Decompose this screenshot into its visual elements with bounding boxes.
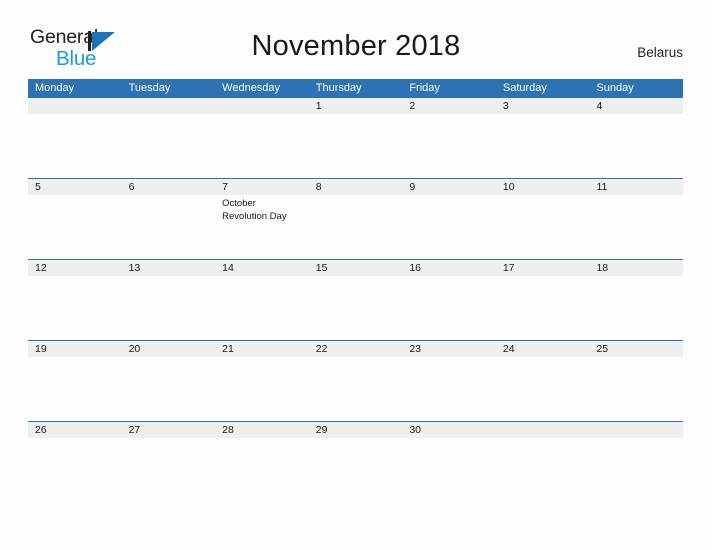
day-number[interactable] [496, 422, 590, 438]
day-number[interactable]: 19 [28, 341, 122, 357]
day-event[interactable] [215, 114, 309, 178]
day-event[interactable] [215, 357, 309, 421]
day-number[interactable]: 14 [215, 260, 309, 276]
day-event-band: October Revolution Day [28, 195, 683, 259]
day-event-band [28, 438, 683, 502]
day-event-band [28, 276, 683, 340]
day-event[interactable] [589, 357, 683, 421]
day-number[interactable]: 2 [402, 98, 496, 114]
day-number[interactable]: 16 [402, 260, 496, 276]
day-event[interactable] [309, 438, 403, 502]
day-event[interactable] [215, 276, 309, 340]
day-event[interactable] [28, 438, 122, 502]
day-event[interactable] [402, 114, 496, 178]
day-event-band [28, 357, 683, 421]
day-number[interactable] [122, 98, 216, 114]
day-number[interactable] [215, 98, 309, 114]
day-number[interactable]: 7 [215, 179, 309, 195]
day-number-band: 12 13 14 15 16 17 18 [28, 259, 683, 276]
day-number[interactable]: 21 [215, 341, 309, 357]
day-number[interactable]: 17 [496, 260, 590, 276]
day-event[interactable] [28, 195, 122, 259]
day-event[interactable] [122, 438, 216, 502]
day-event[interactable] [309, 195, 403, 259]
calendar-week-row: 12 13 14 15 16 17 18 [28, 259, 683, 340]
day-number[interactable]: 22 [309, 341, 403, 357]
day-number[interactable]: 13 [122, 260, 216, 276]
day-event[interactable] [122, 195, 216, 259]
calendar-table: Monday Tuesday Wednesday Thursday Friday… [28, 79, 683, 502]
day-event[interactable] [496, 114, 590, 178]
day-number[interactable]: 8 [309, 179, 403, 195]
day-event[interactable] [309, 114, 403, 178]
day-event[interactable] [589, 195, 683, 259]
day-event[interactable] [496, 276, 590, 340]
page-header: General Blue November 2018 Belarus [0, 0, 712, 68]
day-number[interactable]: 11 [589, 179, 683, 195]
day-number[interactable]: 29 [309, 422, 403, 438]
day-number[interactable]: 1 [309, 98, 403, 114]
day-event[interactable] [215, 438, 309, 502]
day-event[interactable] [122, 357, 216, 421]
day-event-band [28, 114, 683, 178]
day-number[interactable]: 23 [402, 341, 496, 357]
day-number[interactable]: 24 [496, 341, 590, 357]
day-event[interactable] [122, 276, 216, 340]
weekday-header-wednesday: Wednesday [222, 82, 281, 94]
day-number[interactable]: 5 [28, 179, 122, 195]
day-number[interactable]: 26 [28, 422, 122, 438]
day-number[interactable]: 28 [215, 422, 309, 438]
day-number[interactable]: 12 [28, 260, 122, 276]
weekday-header-sunday: Sunday [596, 82, 634, 94]
day-event[interactable] [309, 357, 403, 421]
day-number[interactable]: 20 [122, 341, 216, 357]
weekday-header-friday: Friday [409, 82, 440, 94]
weekday-header-saturday: Saturday [502, 82, 547, 94]
page-title: November 2018 [251, 30, 461, 62]
day-number-band: 5 6 7 8 9 10 11 [28, 178, 683, 195]
day-event[interactable] [122, 114, 216, 178]
day-number[interactable]: 6 [122, 179, 216, 195]
day-number[interactable]: 18 [589, 260, 683, 276]
day-event[interactable] [589, 438, 683, 502]
calendar-region-label: Belarus [637, 45, 683, 60]
day-event[interactable] [402, 357, 496, 421]
day-event[interactable] [402, 195, 496, 259]
day-number[interactable]: 10 [496, 179, 590, 195]
day-number[interactable]: 9 [402, 179, 496, 195]
calendar-week-row: 26 27 28 29 30 [28, 421, 683, 502]
day-event[interactable] [496, 195, 590, 259]
weekday-header-tuesday: Tuesday [128, 82, 171, 94]
calendar-week-row: 1 2 3 4 [28, 97, 683, 178]
day-event[interactable] [496, 357, 590, 421]
day-event[interactable]: October Revolution Day [215, 195, 309, 259]
day-number[interactable]: 27 [122, 422, 216, 438]
day-event[interactable] [28, 276, 122, 340]
calendar-week-row: 5 6 7 8 9 10 11 October Revolution Day [28, 178, 683, 259]
calendar-week-row: 19 20 21 22 23 24 25 [28, 340, 683, 421]
day-event[interactable] [402, 438, 496, 502]
day-event[interactable] [589, 114, 683, 178]
day-number[interactable] [589, 422, 683, 438]
day-event[interactable] [496, 438, 590, 502]
day-number[interactable] [28, 98, 122, 114]
day-number-band: 19 20 21 22 23 24 25 [28, 340, 683, 357]
day-event[interactable] [28, 114, 122, 178]
day-event[interactable] [309, 276, 403, 340]
weekday-header-monday: Monday [35, 82, 75, 94]
day-number[interactable]: 3 [496, 98, 590, 114]
day-event[interactable] [402, 276, 496, 340]
day-event[interactable] [28, 357, 122, 421]
day-number[interactable]: 30 [402, 422, 496, 438]
day-number[interactable]: 25 [589, 341, 683, 357]
day-number-band: 1 2 3 4 [28, 97, 683, 114]
weekday-header-thursday: Thursday [315, 82, 362, 94]
day-number-band: 26 27 28 29 30 [28, 421, 683, 438]
weekday-header-row: Monday Tuesday Wednesday Thursday Friday… [28, 79, 683, 97]
day-number[interactable]: 4 [589, 98, 683, 114]
day-event[interactable] [589, 276, 683, 340]
day-number[interactable]: 15 [309, 260, 403, 276]
